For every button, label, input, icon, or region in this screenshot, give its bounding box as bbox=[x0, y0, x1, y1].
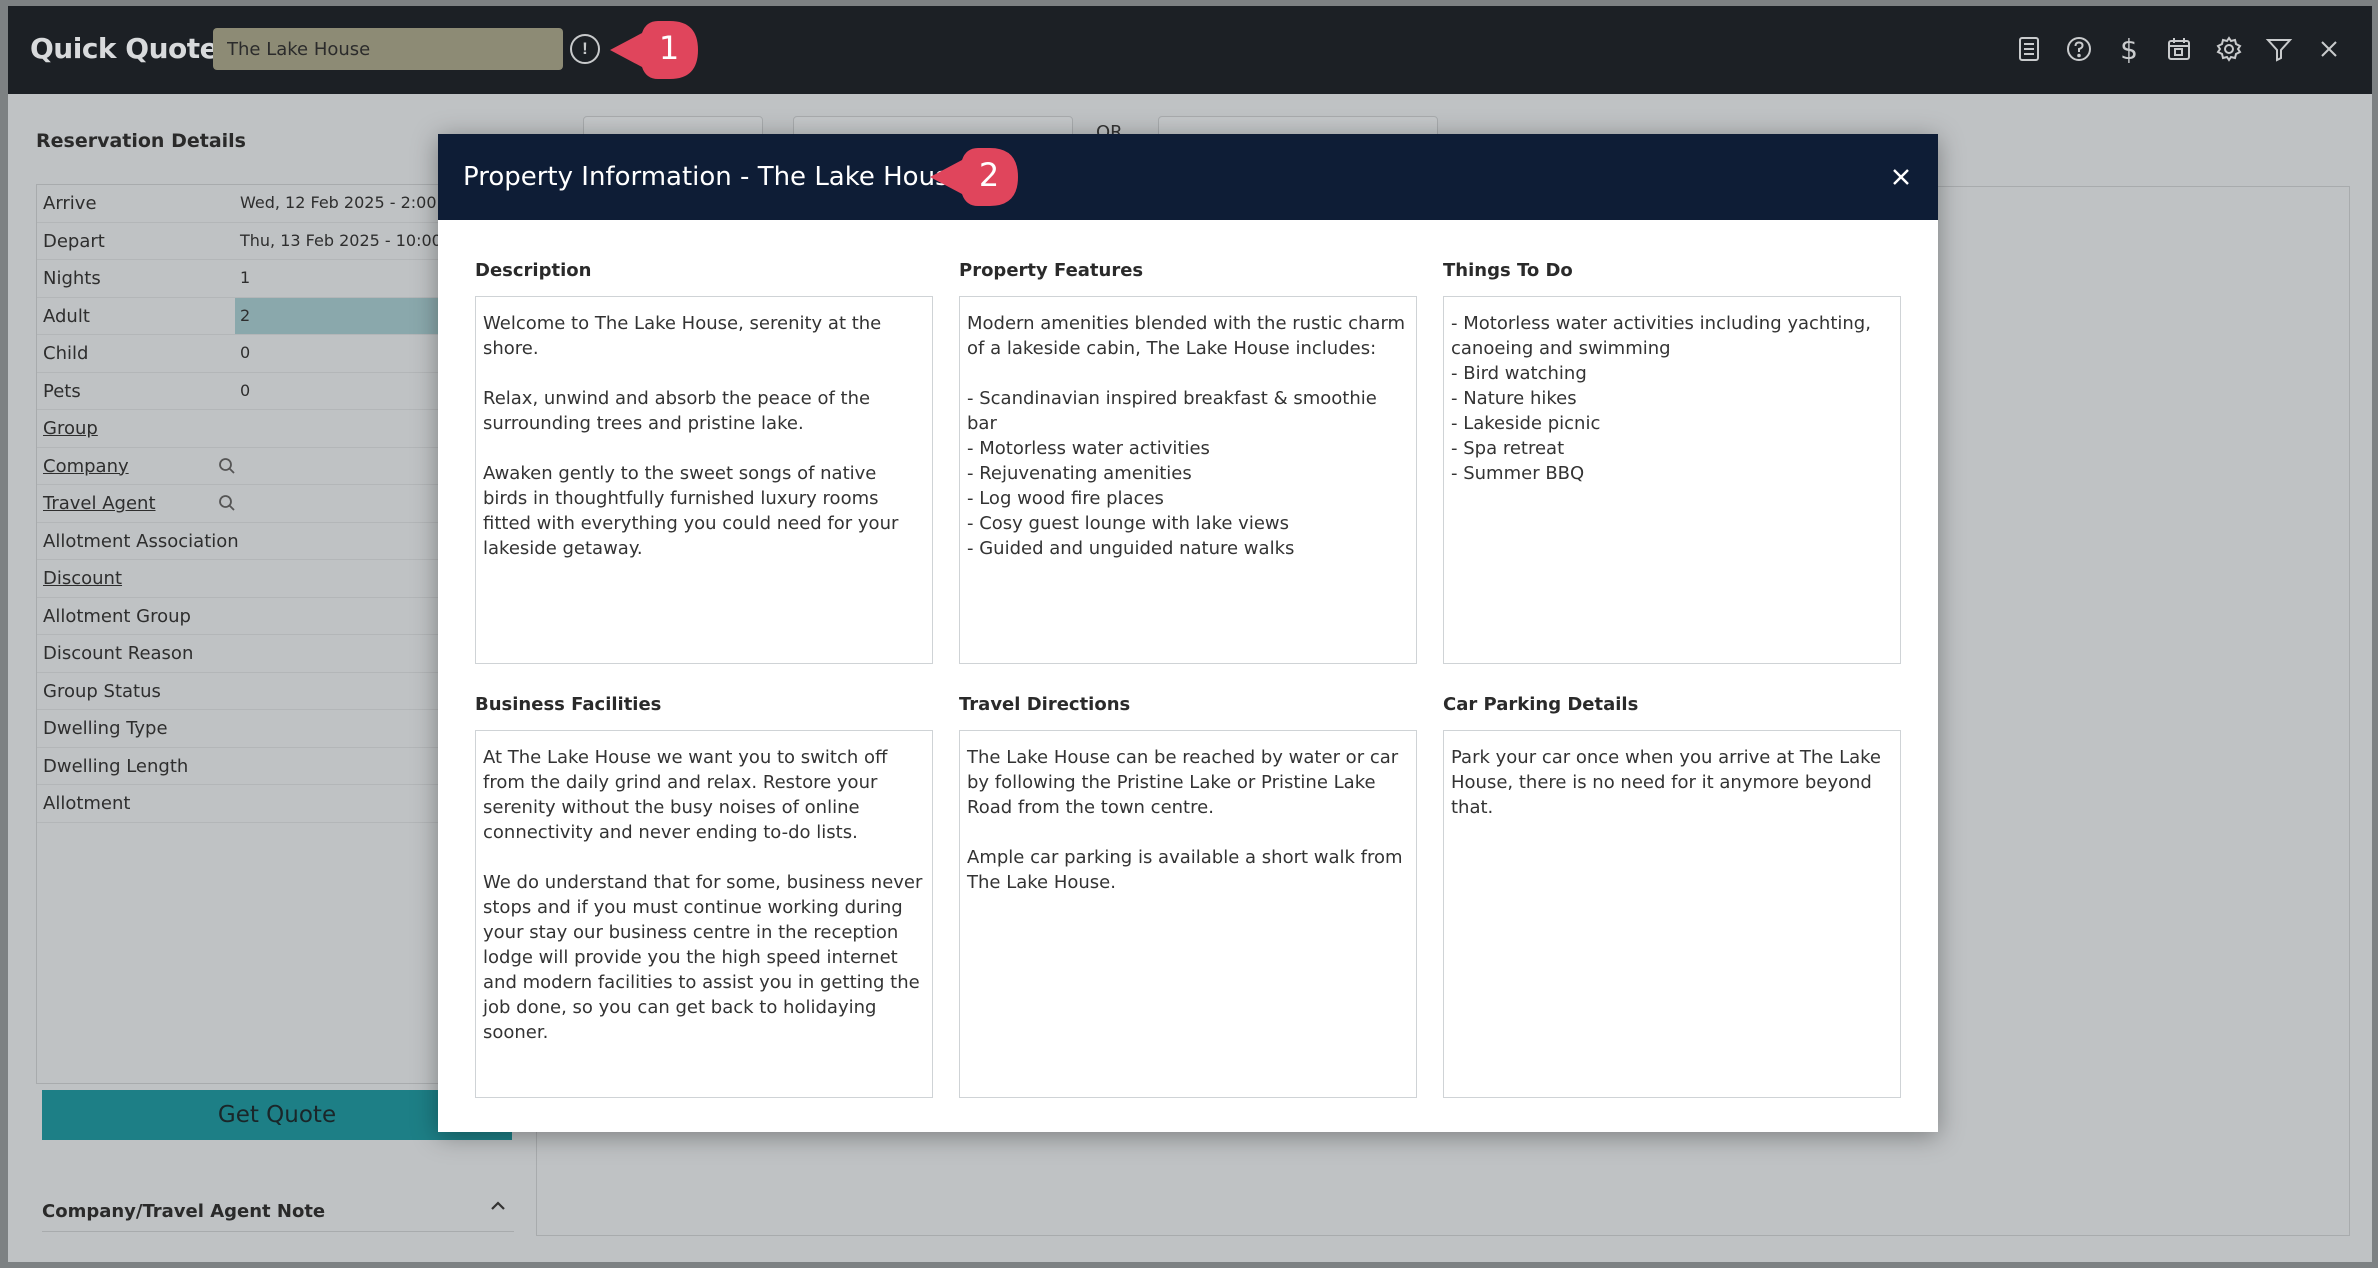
description-text[interactable]: Welcome to The Lake House, serenity at t… bbox=[475, 296, 933, 664]
callout-1-number: 1 bbox=[658, 29, 680, 67]
car-parking-label: Car Parking Details bbox=[1443, 694, 1639, 715]
description-label: Description bbox=[475, 260, 592, 281]
app-title: Quick Quote bbox=[30, 32, 219, 65]
row-value: 1 bbox=[240, 268, 251, 287]
property-features-text[interactable]: Modern amenities blended with the rustic… bbox=[959, 296, 1417, 664]
dollar-glyph: $ bbox=[2120, 32, 2138, 66]
row-value: 0 bbox=[240, 380, 251, 400]
property-features-label: Property Features bbox=[959, 260, 1144, 281]
row-label: Allotment Group bbox=[43, 605, 191, 627]
row-value: 2 bbox=[240, 305, 251, 325]
things-to-do-label: Things To Do bbox=[1443, 260, 1573, 281]
calendar-icon[interactable] bbox=[2164, 32, 2194, 66]
row-value: 0 bbox=[240, 343, 251, 362]
row-value: Wed, 12 Feb 2025 - 2:00 PM bbox=[240, 193, 466, 212]
list-icon[interactable] bbox=[2014, 32, 2044, 66]
group-link[interactable]: Group bbox=[43, 418, 98, 439]
travel-agent-link[interactable]: Travel Agent bbox=[43, 493, 156, 514]
toolbar: $ bbox=[2014, 32, 2344, 66]
row-label: Dwelling Type bbox=[43, 718, 168, 739]
callout-2: 2 bbox=[928, 146, 1020, 208]
modal-close-icon[interactable] bbox=[1888, 164, 1914, 190]
property-info-modal: Property Information - The Lake House 2 … bbox=[438, 134, 1938, 1132]
quick-quote-window: Quick Quote ! 1 $ bbox=[8, 6, 2372, 1262]
divider bbox=[42, 1231, 514, 1232]
row-label: Group Status bbox=[43, 680, 161, 702]
reservation-details-title: Reservation Details bbox=[36, 130, 246, 152]
row-label: Discount Reason bbox=[43, 643, 194, 664]
callout-1: 1 bbox=[608, 19, 700, 81]
travel-agent-search-icon[interactable] bbox=[217, 493, 237, 513]
business-facilities-label: Business Facilities bbox=[475, 694, 662, 715]
row-label: Nights bbox=[43, 268, 101, 289]
row-label: Adult bbox=[43, 305, 90, 327]
help-icon[interactable] bbox=[2064, 32, 2094, 66]
things-to-do-text[interactable]: - Motorless water activities including y… bbox=[1443, 296, 1901, 664]
row-label: Dwelling Length bbox=[43, 755, 189, 777]
company-link[interactable]: Company bbox=[43, 456, 129, 477]
travel-directions-label: Travel Directions bbox=[959, 694, 1131, 715]
property-info-icon[interactable]: ! bbox=[570, 34, 600, 64]
car-parking-text[interactable]: Park your car once when you arrive at Th… bbox=[1443, 730, 1901, 1098]
callout-2-number: 2 bbox=[978, 156, 1000, 194]
chevron-up-icon[interactable] bbox=[486, 1194, 510, 1218]
row-label: Depart bbox=[43, 230, 105, 252]
app-header: Quick Quote ! 1 $ bbox=[8, 6, 2372, 94]
agent-note-title: Company/Travel Agent Note bbox=[42, 1201, 326, 1222]
close-icon[interactable] bbox=[2314, 32, 2344, 66]
filter-icon[interactable] bbox=[2264, 32, 2294, 66]
row-value: Thu, 13 Feb 2025 - 10:00 AM bbox=[240, 230, 472, 250]
row-label: Allotment Association bbox=[43, 530, 239, 552]
modal-title: Property Information - The Lake House bbox=[463, 162, 965, 192]
company-search-icon[interactable] bbox=[217, 456, 237, 476]
row-label: Allotment bbox=[43, 793, 131, 814]
business-facilities-text[interactable]: At The Lake House we want you to switch … bbox=[475, 730, 933, 1098]
dollar-icon[interactable]: $ bbox=[2114, 32, 2144, 66]
discount-link[interactable]: Discount bbox=[43, 568, 122, 589]
property-select[interactable] bbox=[213, 28, 563, 70]
row-label: Arrive bbox=[43, 193, 97, 214]
modal-header: Property Information - The Lake House bbox=[438, 134, 1938, 220]
gear-icon[interactable] bbox=[2214, 32, 2244, 66]
row-label: Pets bbox=[43, 380, 81, 402]
row-label: Child bbox=[43, 343, 89, 364]
travel-directions-text[interactable]: The Lake House can be reached by water o… bbox=[959, 730, 1417, 1098]
